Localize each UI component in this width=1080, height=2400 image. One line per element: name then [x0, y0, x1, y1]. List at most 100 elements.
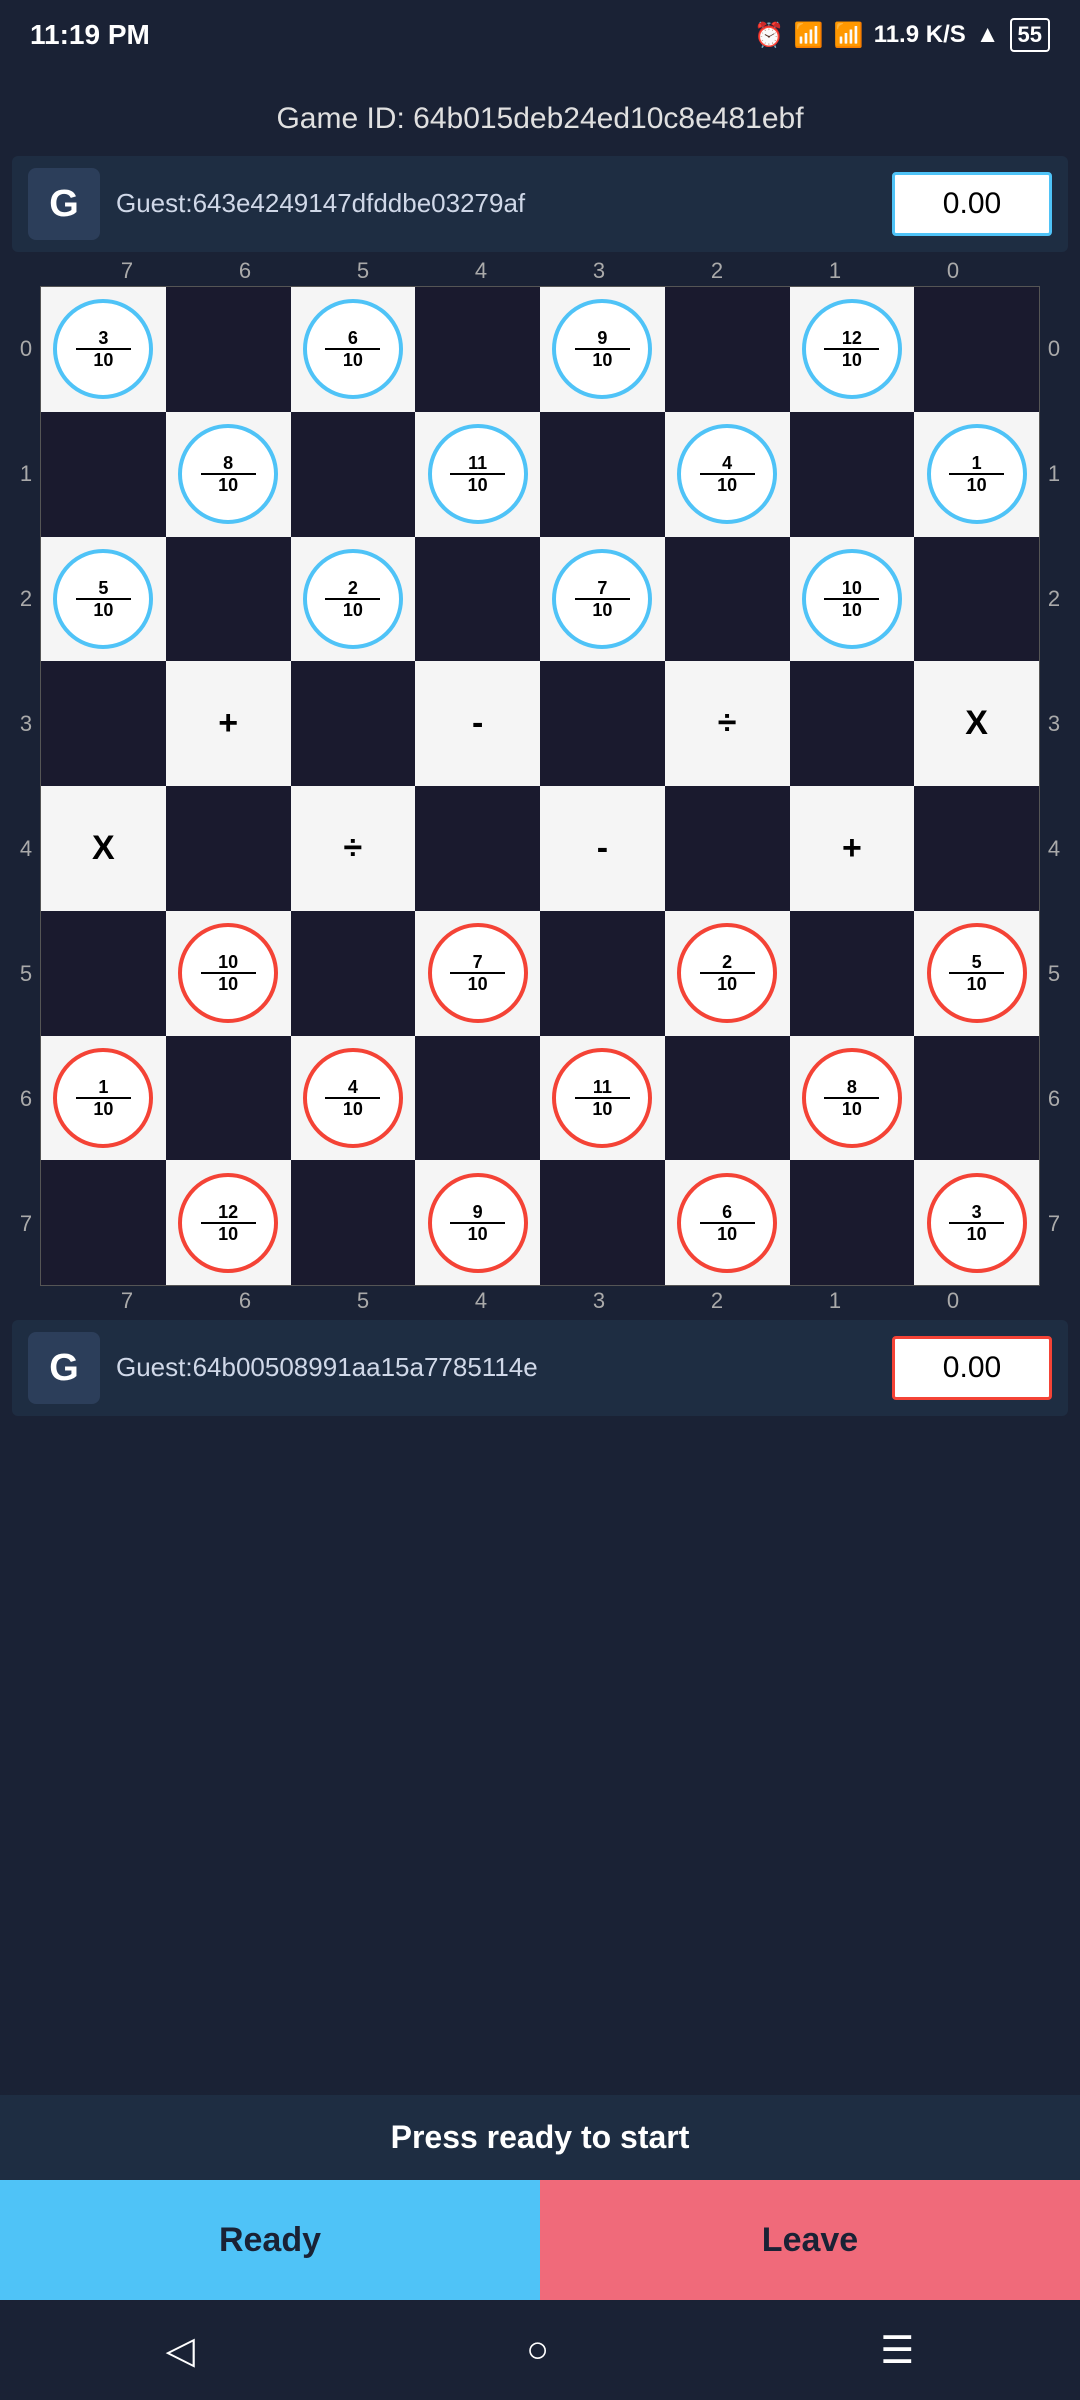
cell-4-3[interactable] [415, 786, 540, 911]
cell-0-2[interactable]: 610 [291, 287, 416, 412]
cell-7-6[interactable] [790, 1160, 915, 1285]
cell-7-0[interactable] [41, 1160, 166, 1285]
cell-6-5[interactable] [665, 1036, 790, 1161]
piece-blue-1-10[interactable]: 110 [927, 424, 1027, 524]
cell-0-7[interactable] [914, 287, 1039, 412]
cell-3-1[interactable]: + [166, 661, 291, 786]
cell-5-4[interactable] [540, 911, 665, 1036]
bottom-coords: 7 6 5 4 3 2 1 0 [12, 1288, 1068, 1314]
cell-0-0[interactable]: 310 [41, 287, 166, 412]
piece-red-1-10[interactable]: 110 [53, 1048, 153, 1148]
cell-4-4[interactable]: - [540, 786, 665, 911]
menu-icon[interactable]: ☰ [880, 2328, 914, 2373]
cell-7-1[interactable]: 1210 [166, 1160, 291, 1285]
cell-1-7[interactable]: 110 [914, 412, 1039, 537]
piece-blue-3-10[interactable]: 310 [53, 299, 153, 399]
chess-board[interactable]: 310 610 910 1210 810 1110 410 110 510 210 710 1010 +… [40, 286, 1040, 1286]
cell-7-5[interactable]: 610 [665, 1160, 790, 1285]
cell-1-6[interactable] [790, 412, 915, 537]
piece-red-6-10[interactable]: 610 [677, 1173, 777, 1273]
cell-3-4[interactable] [540, 661, 665, 786]
cell-5-2[interactable] [291, 911, 416, 1036]
cell-1-4[interactable] [540, 412, 665, 537]
piece-blue-4-10[interactable]: 410 [677, 424, 777, 524]
cell-6-3[interactable] [415, 1036, 540, 1161]
cell-5-0[interactable] [41, 911, 166, 1036]
cell-3-7[interactable]: X [914, 661, 1039, 786]
cell-1-5[interactable]: 410 [665, 412, 790, 537]
piece-blue-5-10[interactable]: 510 [53, 549, 153, 649]
cell-5-5[interactable]: 210 [665, 911, 790, 1036]
cell-7-7[interactable]: 310 [914, 1160, 1039, 1285]
cell-4-7[interactable] [914, 786, 1039, 911]
piece-red-10-10[interactable]: 1010 [178, 923, 278, 1023]
cell-2-5[interactable] [665, 537, 790, 662]
cell-7-3[interactable]: 910 [415, 1160, 540, 1285]
piece-red-11-10[interactable]: 1110 [552, 1048, 652, 1148]
cell-1-3[interactable]: 1110 [415, 412, 540, 537]
cell-4-0[interactable]: X [41, 786, 166, 911]
leave-button[interactable]: Leave [540, 2180, 1080, 2300]
cell-6-7[interactable] [914, 1036, 1039, 1161]
piece-blue-7-10[interactable]: 710 [552, 549, 652, 649]
piece-blue-6-10[interactable]: 610 [303, 299, 403, 399]
piece-blue-10-10[interactable]: 1010 [802, 549, 902, 649]
piece-red-4-10[interactable]: 410 [303, 1048, 403, 1148]
cell-6-0[interactable]: 110 [41, 1036, 166, 1161]
piece-red-9-10[interactable]: 910 [428, 1173, 528, 1273]
cell-0-3[interactable] [415, 287, 540, 412]
action-buttons: Ready Leave [0, 2180, 1080, 2300]
cell-0-6[interactable]: 1210 [790, 287, 915, 412]
piece-blue-8-10[interactable]: 810 [178, 424, 278, 524]
piece-red-12-10[interactable]: 1210 [178, 1173, 278, 1273]
cell-4-6[interactable]: + [790, 786, 915, 911]
cell-2-6[interactable]: 1010 [790, 537, 915, 662]
cell-1-0[interactable] [41, 412, 166, 537]
cell-5-3[interactable]: 710 [415, 911, 540, 1036]
cell-3-3[interactable]: - [415, 661, 540, 786]
cell-4-5[interactable] [665, 786, 790, 911]
cell-5-1[interactable]: 1010 [166, 911, 291, 1036]
cell-1-1[interactable]: 810 [166, 412, 291, 537]
cell-2-3[interactable] [415, 537, 540, 662]
cell-3-0[interactable] [41, 661, 166, 786]
ready-button[interactable]: Ready [0, 2180, 540, 2300]
cell-7-2[interactable] [291, 1160, 416, 1285]
cell-4-1[interactable] [166, 786, 291, 911]
cell-7-4[interactable] [540, 1160, 665, 1285]
cell-4-2[interactable]: ÷ [291, 786, 416, 911]
home-icon[interactable]: ○ [526, 2329, 549, 2372]
cell-3-6[interactable] [790, 661, 915, 786]
cell-6-6[interactable]: 810 [790, 1036, 915, 1161]
cell-0-4[interactable]: 910 [540, 287, 665, 412]
status-icons: ⏰ 📶 📶 11.9 K/S ▲ 55 [754, 18, 1050, 52]
operator--: - [472, 704, 483, 743]
cell-5-6[interactable] [790, 911, 915, 1036]
piece-blue-2-10[interactable]: 210 [303, 549, 403, 649]
cell-2-2[interactable]: 210 [291, 537, 416, 662]
back-icon[interactable]: ◁ [166, 2328, 195, 2373]
piece-blue-11-10[interactable]: 1110 [428, 424, 528, 524]
cell-2-0[interactable]: 510 [41, 537, 166, 662]
cell-0-1[interactable] [166, 287, 291, 412]
piece-red-5-10[interactable]: 510 [927, 923, 1027, 1023]
cell-1-2[interactable] [291, 412, 416, 537]
cell-2-7[interactable] [914, 537, 1039, 662]
cell-5-7[interactable]: 510 [914, 911, 1039, 1036]
cell-2-1[interactable] [166, 537, 291, 662]
piece-red-8-10[interactable]: 810 [802, 1048, 902, 1148]
cell-6-4[interactable]: 1110 [540, 1036, 665, 1161]
cell-6-2[interactable]: 410 [291, 1036, 416, 1161]
piece-red-3-10[interactable]: 310 [927, 1173, 1027, 1273]
cell-0-5[interactable] [665, 287, 790, 412]
piece-blue-12-10[interactable]: 1210 [802, 299, 902, 399]
triangle-icon: ▲ [976, 21, 1000, 49]
piece-blue-9-10[interactable]: 910 [552, 299, 652, 399]
cell-3-2[interactable] [291, 661, 416, 786]
cell-3-5[interactable]: ÷ [665, 661, 790, 786]
piece-red-2-10[interactable]: 210 [677, 923, 777, 1023]
piece-red-7-10[interactable]: 710 [428, 923, 528, 1023]
cell-6-1[interactable] [166, 1036, 291, 1161]
player2-name: Guest:64b00508991aa15a7785114e [116, 1351, 876, 1385]
cell-2-4[interactable]: 710 [540, 537, 665, 662]
